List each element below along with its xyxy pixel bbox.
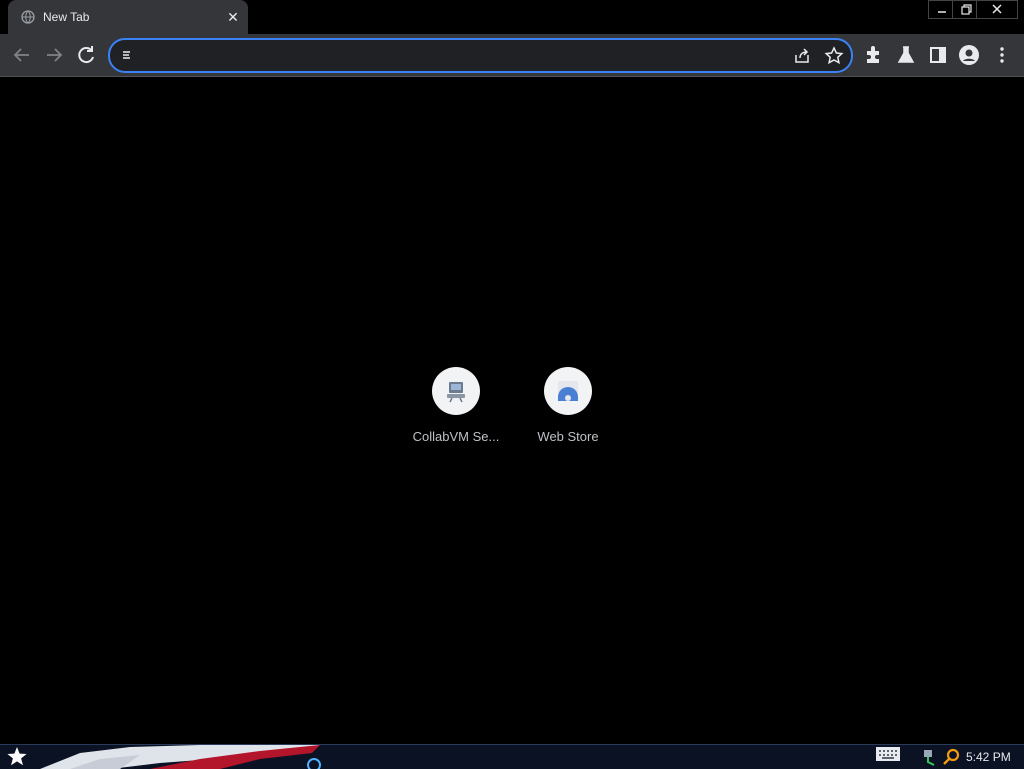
webstore-icon [558,381,578,401]
keyboard-icon[interactable] [874,745,902,765]
side-panel-icon[interactable] [926,43,950,67]
collabvm-favicon [447,382,465,403]
network-icon[interactable] [920,747,940,767]
taskbar: 5:42 PM [0,744,1024,769]
close-window-button[interactable] [976,0,1018,19]
star-icon[interactable] [6,746,28,768]
new-tab-page: CollabVM Se... Web Store [0,77,1024,744]
site-info-icon[interactable] [120,48,134,62]
shortcut-icon-circle [432,367,480,415]
menu-icon[interactable] [990,43,1014,67]
tab-strip: New Tab ✕ [0,0,1024,34]
shortcut-tile-collabvm[interactable]: CollabVM Se... [400,367,512,457]
tab-title: New Tab [43,10,90,24]
toolbar [0,34,1024,77]
bookmark-star-icon[interactable] [824,46,844,66]
shortcut-tile-web-store[interactable]: Web Store [512,367,624,457]
address-bar[interactable] [108,38,853,73]
shortcut-icon-circle [544,367,592,415]
tab-close-icon[interactable]: ✕ [225,9,241,25]
close-icon [992,4,1002,14]
search-icon[interactable] [942,747,962,767]
omnibox-input[interactable] [146,46,790,68]
extensions-icon[interactable] [862,43,886,67]
tab-new-tab[interactable]: New Tab ✕ [8,0,248,34]
reload-icon[interactable] [74,43,98,67]
labs-flask-icon[interactable] [894,43,918,67]
profile-icon[interactable] [957,43,981,67]
search-icon[interactable] [304,755,324,769]
globe-icon [21,10,35,24]
browser-window: New Tab ✕ CollabVM Se... Web Store [0,0,1024,744]
taskbar-flag-graphic [40,745,320,769]
shortcut-label: CollabVM Se... [412,429,500,444]
share-icon[interactable] [792,46,812,66]
clock[interactable]: 5:42 PM [966,750,1011,764]
back-icon[interactable] [10,43,34,67]
shortcut-label: Web Store [537,429,599,444]
forward-icon[interactable] [42,43,66,67]
